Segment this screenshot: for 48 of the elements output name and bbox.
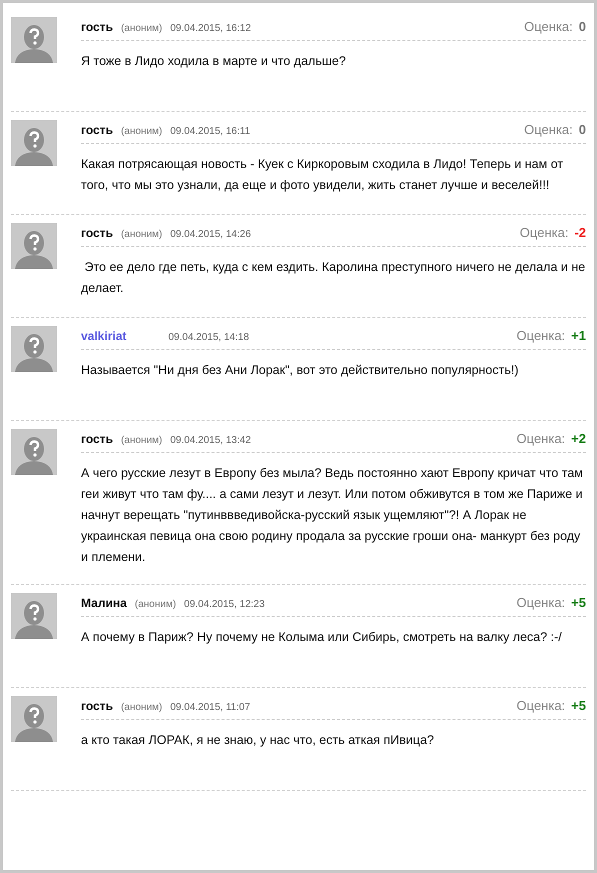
- comment-text: Я тоже в Лидо ходила в марте и что дальше?: [81, 53, 347, 70]
- comment-date: 09.04.2015, 14:18: [168, 332, 250, 343]
- author-name: гость: [81, 20, 113, 34]
- author-name: гость: [81, 432, 113, 446]
- anonymous-tag: (аноним): [120, 702, 162, 713]
- rating-value: +1: [571, 328, 586, 343]
- rating-label: Оценка:: [516, 595, 566, 610]
- rating-value: -2: [574, 225, 586, 240]
- anonymous-tag: (аноним): [120, 126, 162, 137]
- comment-text: А почему в Париж? Ну почему не Колыма или Сибирь, смотреть на валку леса? :-/: [81, 629, 563, 646]
- avatar-placeholder-icon: [11, 120, 57, 166]
- anonymous-tag: (аноним): [134, 599, 176, 610]
- comment-text: Какая потрясающая новость - Куек с Киркоровым сходила в Лидо! Теперь и нам от того, что мы это узнали, да еще и фото увидели, жить станет лучше и веселей!!!: [81, 156, 564, 194]
- author-name: Малина: [81, 596, 127, 610]
- author-name[interactable]: valkiriat: [81, 329, 126, 343]
- comment-date: 09.04.2015, 16:12: [170, 23, 251, 34]
- author-name: гость: [81, 699, 113, 713]
- comment-text: Называется "Ни дня без Ани Лорак", вот это действительно популярность!): [81, 362, 520, 379]
- rating-value: 0: [578, 19, 586, 34]
- avatar-placeholder-icon: [11, 223, 57, 269]
- avatar-placeholder-icon: [11, 593, 57, 639]
- comment-date: 09.04.2015, 12:23: [184, 599, 265, 610]
- comment-text: а кто такая ЛОРАК, я не знаю, у нас что, есть аткая пИвица?: [81, 732, 435, 749]
- rating-label: Оценка:: [516, 698, 566, 713]
- avatar-placeholder-icon: [11, 17, 57, 63]
- rating-value: +2: [571, 431, 586, 446]
- comment-text: Это ее дело где петь, куда с кем ездить. Каролина преступного ничего не делала и не делает.: [81, 259, 586, 297]
- comment-date: 09.04.2015, 13:42: [170, 435, 251, 446]
- anonymous-tag: (аноним): [120, 229, 162, 240]
- rating-label: Оценка:: [524, 122, 573, 137]
- avatar-placeholder-icon: [11, 429, 57, 475]
- anonymous-tag: (аноним): [120, 23, 162, 34]
- rating-label: Оценка:: [516, 431, 566, 446]
- comment-date: 09.04.2015, 16:11: [170, 126, 250, 137]
- avatar-placeholder-icon: [11, 326, 57, 372]
- comment-text: А чего русские лезут в Европу без мыла? Ведь постоянно хают Европу кричат что там геи живут что там фу.... а сами лезут и лезут. Или потом обживутся в том же Париже и начнут верещать "путинввведивойска-русский язык ущемляют"?! А Лорак не украинская певица она свою родину продала за русские гроши она- манкурт без роду и племени.: [81, 465, 584, 566]
- author-name: гость: [81, 123, 113, 137]
- author-name: гость: [81, 226, 113, 240]
- comment-date: 09.04.2015, 11:07: [170, 702, 250, 713]
- comment-date: 09.04.2015, 14:26: [170, 229, 251, 240]
- rating-label: Оценка:: [516, 328, 566, 343]
- avatar-placeholder-icon: [11, 696, 57, 742]
- rating-value: 0: [578, 122, 586, 137]
- rating-label: Оценка:: [520, 225, 568, 240]
- rating-value: +5: [571, 698, 586, 713]
- anonymous-tag: (аноним): [120, 435, 162, 446]
- rating-label: Оценка:: [524, 19, 573, 34]
- rating-value: +5: [571, 595, 586, 610]
